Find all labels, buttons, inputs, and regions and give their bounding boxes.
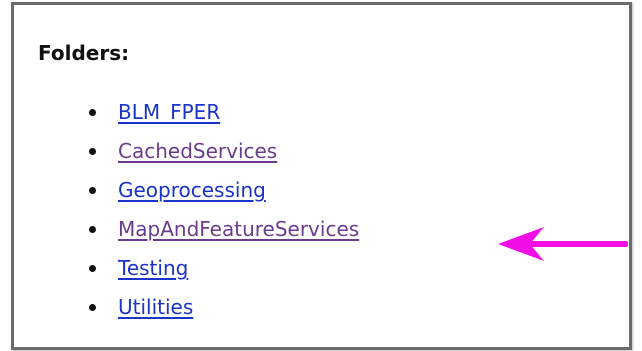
folder-list-item: Utilities — [14, 292, 574, 331]
folder-link-cachedservices[interactable]: CachedServices — [118, 136, 277, 166]
folder-list-item: Testing — [14, 253, 574, 292]
bullet-icon — [89, 265, 96, 272]
bullet-icon — [89, 304, 96, 311]
folder-link-mapandfeatureservices[interactable]: MapAndFeatureServices — [118, 214, 359, 244]
folder-list-item: CachedServices — [14, 136, 574, 175]
bullet-icon — [89, 187, 96, 194]
folders-panel: Folders: BLM_FPER CachedServices Geoproc… — [11, 2, 632, 350]
arrow-left-icon — [498, 227, 628, 261]
folder-list: BLM_FPER CachedServices Geoprocessing Ma… — [14, 97, 574, 331]
folders-heading: Folders: — [38, 41, 130, 65]
folder-list-item: BLM_FPER — [14, 97, 574, 136]
bullet-icon — [89, 226, 96, 233]
folder-list-item: Geoprocessing — [14, 175, 574, 214]
folder-link-blm-fper[interactable]: BLM_FPER — [118, 97, 220, 127]
folder-link-testing[interactable]: Testing — [118, 253, 188, 283]
folder-link-geoprocessing[interactable]: Geoprocessing — [118, 175, 266, 205]
bullet-icon — [89, 148, 96, 155]
folder-list-item: MapAndFeatureServices — [14, 214, 574, 253]
folder-link-utilities[interactable]: Utilities — [118, 292, 193, 322]
bullet-icon — [89, 109, 96, 116]
